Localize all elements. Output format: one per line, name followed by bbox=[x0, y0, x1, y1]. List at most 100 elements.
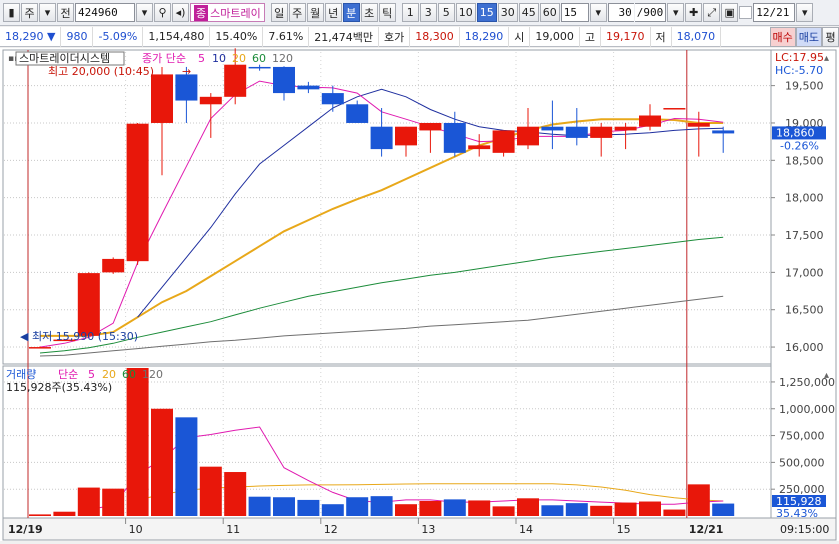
price-panel[interactable] bbox=[2, 49, 772, 365]
vol-legend-ma60: 60 bbox=[122, 368, 136, 381]
volume-bar bbox=[443, 499, 466, 516]
volume-label: 거래량 bbox=[6, 368, 36, 381]
candle-body bbox=[517, 126, 539, 146]
high-label: 고 bbox=[580, 26, 602, 47]
price-tick-label: 17,000 bbox=[785, 266, 824, 279]
candle-body bbox=[29, 347, 51, 349]
stock-code-input[interactable] bbox=[75, 3, 135, 22]
candle-body bbox=[224, 64, 247, 97]
turnover-pct: 15.40% bbox=[210, 26, 264, 47]
period-year[interactable]: 년 bbox=[324, 3, 342, 22]
interval-input[interactable] bbox=[560, 3, 589, 22]
count-dropdown-icon[interactable]: ▾ bbox=[667, 3, 685, 22]
candle-body bbox=[321, 93, 344, 105]
candle-body bbox=[687, 122, 710, 127]
period-day[interactable]: 일 bbox=[270, 3, 288, 22]
x-tick-label: 14 bbox=[519, 523, 533, 536]
market-dropdown-icon[interactable]: ▾ bbox=[39, 3, 56, 22]
legend-ma20: 20 bbox=[232, 52, 246, 65]
speaker-icon[interactable]: ◂) bbox=[172, 3, 189, 22]
vol-legend-ma5: 5 bbox=[88, 368, 95, 381]
period-minute[interactable]: 분 bbox=[342, 3, 360, 22]
jeon-button[interactable]: 전 bbox=[57, 3, 74, 22]
candle-body bbox=[492, 130, 515, 153]
candle-body bbox=[297, 85, 320, 90]
volume-bar bbox=[663, 509, 686, 516]
interval-45[interactable]: 45 bbox=[518, 3, 539, 22]
volume-tick-label: 500,000 bbox=[779, 456, 825, 469]
period-second[interactable]: 초 bbox=[360, 3, 378, 22]
volume-bar bbox=[468, 500, 491, 516]
vol-legend-ma20: 20 bbox=[102, 368, 116, 381]
candle-body bbox=[614, 126, 637, 131]
stock-name: 스마트레이 bbox=[210, 6, 261, 20]
period-tick[interactable]: 틱 bbox=[378, 3, 396, 22]
count-input[interactable] bbox=[607, 3, 634, 22]
interval-3[interactable]: 3 bbox=[419, 3, 437, 22]
volume-bar bbox=[639, 501, 661, 516]
interval-10[interactable]: 10 bbox=[455, 3, 476, 22]
low-note: 최저 15,990 (15:30) bbox=[32, 330, 138, 343]
date-dropdown-icon[interactable]: ▾ bbox=[796, 3, 814, 22]
interval-15[interactable]: 15 bbox=[476, 3, 497, 22]
current-price-tag-pct: -0.26% bbox=[780, 139, 819, 152]
save-icon[interactable]: ▣ bbox=[721, 3, 739, 22]
candle-body bbox=[346, 104, 369, 123]
date-input[interactable] bbox=[753, 3, 796, 22]
high-price: 19,170 bbox=[601, 26, 651, 47]
candle-body bbox=[639, 115, 661, 127]
stock-chart[interactable]: 16,00016,50017,00017,50018,00018,50019,0… bbox=[0, 48, 839, 541]
interval-5[interactable]: 5 bbox=[437, 3, 455, 22]
buy-button[interactable]: 매수 bbox=[769, 26, 796, 47]
eval-button[interactable]: 평 bbox=[822, 26, 839, 47]
legend-ma120: 120 bbox=[272, 52, 293, 65]
volume-info: 115,928주(35.43%) bbox=[6, 381, 112, 394]
candle-body bbox=[175, 74, 198, 101]
volume-bar bbox=[517, 498, 539, 516]
hoga-label: 호가 bbox=[379, 26, 411, 47]
volume-bar bbox=[151, 408, 173, 516]
chart-menu-icon[interactable]: ▮ bbox=[3, 3, 20, 22]
stock-type-badge: 종 bbox=[194, 4, 209, 21]
volume-bar bbox=[346, 497, 369, 516]
interval-30[interactable]: 30 bbox=[497, 3, 518, 22]
candle-body bbox=[77, 273, 100, 336]
price-change: 980 bbox=[61, 26, 94, 47]
chart-area[interactable]: 16,000 16,500 17,000 17,500 18,000 18,500 19,0… bbox=[0, 48, 839, 541]
x-axis-right-date: 12/21 bbox=[689, 523, 724, 536]
chart-toolbar: ▮ 주 ▾ 전 ▾ ⚲ ◂) 종스마트레이 일 주 월 년 분 초 틱 1 3 … bbox=[0, 0, 839, 26]
market-select[interactable]: 주 bbox=[21, 3, 38, 22]
sell-button[interactable]: 매도 bbox=[795, 26, 822, 47]
price-tick-label: 16,000 bbox=[785, 341, 824, 354]
current-volume-tag-pct: 35.43% bbox=[776, 507, 818, 520]
x-tick-label: 10 bbox=[129, 523, 143, 536]
interval-1[interactable]: 1 bbox=[401, 3, 419, 22]
candle-body bbox=[565, 126, 588, 138]
candle-body bbox=[199, 96, 222, 105]
hoga-buy: 18,290 bbox=[460, 26, 510, 47]
stock-name-field[interactable]: 종 스마트레이 bbox=[190, 3, 265, 22]
price-tick-label: 18,000 bbox=[785, 192, 824, 205]
code-dropdown-icon[interactable]: ▾ bbox=[136, 3, 153, 22]
date-checkbox[interactable] bbox=[739, 6, 753, 19]
interval-60[interactable]: 60 bbox=[539, 3, 560, 22]
count-max: /900 bbox=[634, 3, 667, 22]
candle-body bbox=[248, 66, 271, 69]
volume-bar bbox=[29, 514, 51, 516]
price-tick-label: 16,500 bbox=[785, 304, 824, 317]
quote-bar: 18,290 ▼ 980 -5.09% 1,154,480 15.40% 7.6… bbox=[0, 26, 839, 47]
crosshair-icon[interactable]: ✚ bbox=[685, 3, 703, 22]
interval-dropdown-icon[interactable]: ▾ bbox=[589, 3, 607, 22]
period-month[interactable]: 월 bbox=[306, 3, 324, 22]
draw-tool-icon[interactable]: ⤢ bbox=[703, 3, 721, 22]
high-note: 최고 20,000 (10:45) bbox=[48, 65, 154, 78]
volume-bar bbox=[614, 502, 637, 516]
volume-bar bbox=[199, 466, 222, 516]
vol-legend-ma120: 120 bbox=[142, 368, 163, 381]
scroll-up-icon[interactable]: ▴ bbox=[824, 53, 829, 64]
x-tick-label: 11 bbox=[226, 523, 240, 536]
hc-label: HC:-5.70 bbox=[775, 64, 823, 77]
period-week[interactable]: 주 bbox=[288, 3, 306, 22]
volume-scroll-up-icon[interactable]: ▴ bbox=[824, 370, 829, 381]
search-icon[interactable]: ⚲ bbox=[154, 3, 171, 22]
